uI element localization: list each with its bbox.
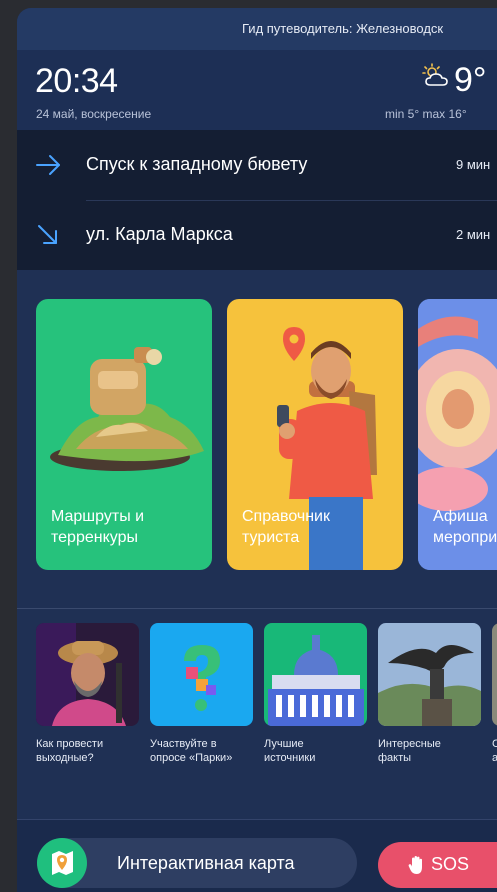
card-tourist-guide[interactable]: Справочник туриста xyxy=(227,299,403,570)
date: 24 май, воскресение xyxy=(36,107,152,121)
top-bar: Гид путеводитель: Железноводск xyxy=(17,8,497,50)
partly-cloudy-icon xyxy=(422,63,448,86)
card-events[interactable]: Афишамероприятий xyxy=(418,299,497,570)
route-label: Спуск к западному бювету xyxy=(86,154,308,174)
story-tile[interactable]: Интересные факты xyxy=(378,623,481,765)
temperature-range: min 5° max 16° xyxy=(385,107,467,121)
map-pin-icon xyxy=(37,838,87,888)
route-item[interactable]: ул. Карла Маркса 2 мин xyxy=(17,200,497,270)
app-screen: Гид путеводитель: Железноводск 20:34 24 … xyxy=(17,8,497,892)
map-button-label: Интерактивная карта xyxy=(117,853,295,873)
story-thumbnail xyxy=(150,623,253,726)
route-time: 9 мин xyxy=(456,157,491,172)
clock: 20:34 xyxy=(35,62,118,100)
card-routes[interactable]: Маршруты и терренкуры xyxy=(36,299,212,570)
story-tile[interactable]: Лучшие источники xyxy=(264,623,367,765)
story-thumbnail xyxy=(264,623,367,726)
story-label: Са xyxy=(492,738,497,764)
story-label: Участвуйте в опросе «Парки» xyxy=(150,738,233,764)
stories-list: Как провести выходные? Участвуйте в опросе… xyxy=(17,609,497,819)
story-label: Как провести выходные? xyxy=(36,738,104,764)
story-tile[interactable]: Как провести выходные? xyxy=(36,623,139,765)
sos-button[interactable]: SOS xyxy=(378,842,497,888)
story-label: Интересные факты xyxy=(378,738,441,764)
arrow-right-icon xyxy=(36,155,60,175)
category-carousel: Маршруты итерренкуры Справочниктуриста xyxy=(17,270,497,608)
story-tile[interactable]: Участвуйте в опросе «Парки» xyxy=(150,623,253,765)
status-panel: 20:34 24 май, воскресение 9° min 5° max … xyxy=(17,50,497,130)
card-label: Афишамероприятий xyxy=(433,508,497,546)
story-tile[interactable]: Са xyxy=(492,623,497,765)
interactive-map-button[interactable]: Интерактивная карта xyxy=(37,838,357,888)
story-label: Лучшие источники xyxy=(264,738,316,764)
route-item[interactable]: Спуск к западному бювету 9 мин xyxy=(17,130,497,201)
story-thumbnail xyxy=(492,623,497,726)
hand-icon xyxy=(408,856,422,874)
route-time: 2 мин xyxy=(456,227,491,242)
temperature: 9° xyxy=(454,61,487,99)
story-thumbnail xyxy=(378,623,481,726)
story-thumbnail xyxy=(36,623,139,726)
route-label: ул. Карла Маркса xyxy=(86,224,233,244)
card-label: Маршруты и терренкуры xyxy=(51,508,145,546)
app-title: Гид путеводитель: Железноводск xyxy=(242,21,444,36)
card-label: Справочник туриста xyxy=(242,508,330,546)
bottom-bar: Интерактивная карта SOS xyxy=(17,819,497,892)
route-list: Спуск к западному бювету 9 мин ул. Карла… xyxy=(17,130,497,270)
sos-label: SOS xyxy=(431,854,470,874)
arrow-down-right-icon xyxy=(38,225,57,244)
